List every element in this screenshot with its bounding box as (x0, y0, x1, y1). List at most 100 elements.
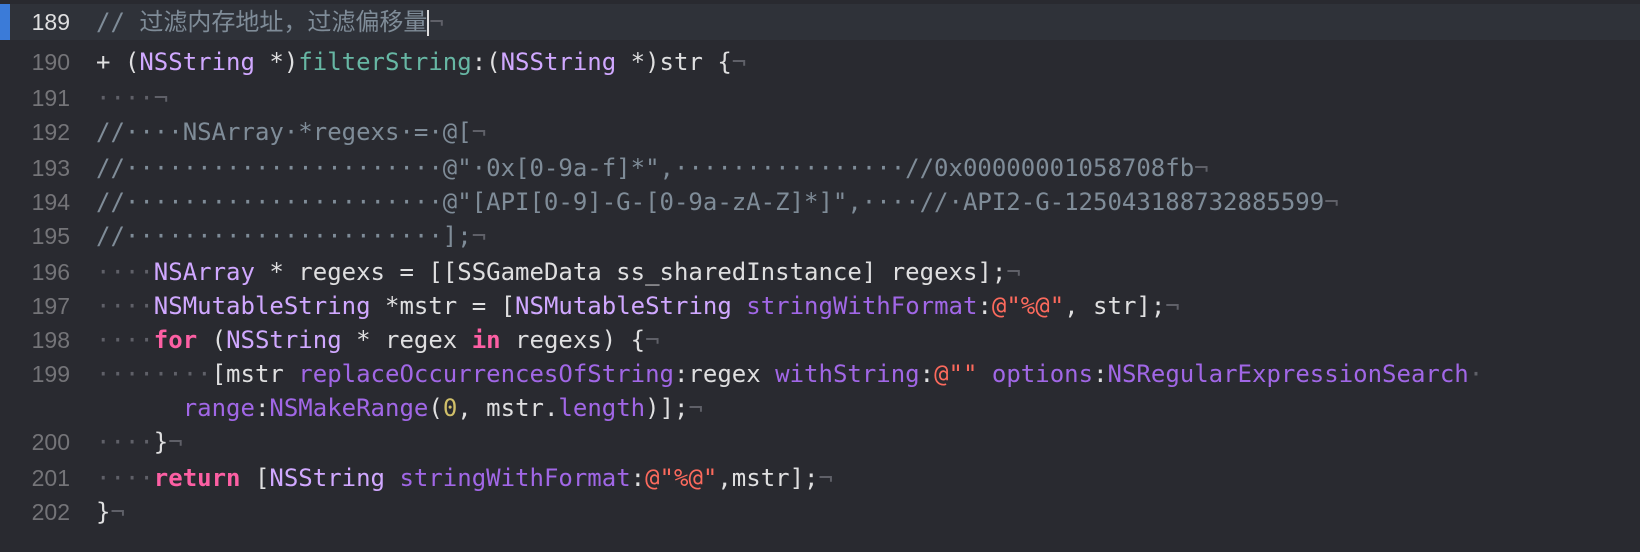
code-token: ¬ (818, 464, 833, 492)
code-text[interactable]: ····NSMutableString *mstr = [NSMutableSt… (96, 288, 1180, 324)
code-token: : (977, 292, 992, 320)
code-token: : (1093, 360, 1108, 388)
code-token: // (96, 8, 140, 36)
code-text[interactable]: //······················];¬ (96, 218, 486, 254)
code-line-continuation[interactable]: range:NSMakeRange(0, mstr.length)];¬ (0, 390, 1640, 426)
code-token: ········ (96, 360, 212, 388)
code-token: NSMutableString (153, 292, 371, 320)
code-token: NSString (226, 326, 342, 354)
code-token: } (153, 428, 169, 456)
code-token: //······················@"·0x[0-9a-f]*",… (96, 154, 1195, 182)
code-token: for (153, 326, 198, 354)
code-token: return (153, 464, 241, 492)
code-line[interactable]: 197 ····NSMutableString *mstr = [NSMutabl… (0, 288, 1640, 324)
code-token: + ( (96, 48, 140, 76)
code-line[interactable]: 201 ····return [NSString stringWithFormat… (0, 460, 1640, 496)
code-text[interactable]: ····for (NSString * regex in regexs) {¬ (96, 322, 660, 358)
code-token: 0 (442, 394, 458, 422)
code-line[interactable]: 192 //····NSArray·*regexs·=·@[¬ (0, 114, 1640, 150)
code-token: @"%@" (991, 292, 1065, 320)
code-text[interactable]: }¬ (96, 494, 125, 530)
code-token: ¬ (645, 326, 660, 354)
code-token: regexs) { (500, 326, 646, 354)
code-text[interactable]: // 过滤内存地址，过滤偏移量¬ (96, 4, 444, 40)
code-token: stringWithFormat (399, 464, 631, 492)
code-token: //······················]; (96, 222, 472, 250)
code-line[interactable]: 190 + (NSString *)filterString:(NSString … (0, 44, 1640, 80)
code-token: [mstr (211, 360, 299, 388)
code-token: ( (428, 394, 443, 422)
code-token: //····NSArray·*regexs·=·@[ (96, 118, 472, 146)
code-token: range (182, 394, 255, 422)
line-number: 200 (31, 429, 70, 455)
code-token: ¬ (168, 428, 183, 456)
code-token: , mstr. (457, 394, 559, 422)
code-line[interactable]: 191 ····¬ (0, 80, 1640, 116)
code-token: NSString (269, 464, 385, 492)
line-number: 198 (31, 327, 70, 353)
code-text[interactable]: ····¬ (96, 80, 168, 116)
code-token: ¬ (1165, 292, 1180, 320)
code-token: )]; (645, 394, 689, 422)
code-text[interactable]: ····return [NSString stringWithFormat:@"… (96, 460, 833, 496)
code-token: ···· (96, 258, 154, 286)
code-line[interactable]: 198 ····for (NSString * regex in regexs) … (0, 322, 1640, 358)
code-line[interactable]: 194 //······················@"[API[0-9]-G… (0, 184, 1640, 220)
code-token: ¬ (471, 222, 487, 250)
code-token: : (919, 360, 935, 388)
code-token: ¬ (429, 8, 444, 36)
code-line[interactable]: 189 // 过滤内存地址，过滤偏移量¬ (0, 4, 1640, 40)
line-number: 192 (31, 119, 70, 145)
code-text[interactable]: ····NSArray * regexs = [[SSGameData ss_s… (96, 254, 1021, 290)
code-token: NSString (500, 48, 617, 76)
code-token: in (471, 326, 501, 354)
code-token: ( (197, 326, 227, 354)
code-token: ···· (96, 464, 154, 492)
code-token: stringWithFormat (746, 292, 978, 320)
line-number: 195 (31, 223, 70, 249)
code-token: [ (240, 464, 270, 492)
code-token: ,mstr]; (717, 464, 819, 492)
line-number: 202 (31, 499, 70, 525)
code-line[interactable]: 200 ····}¬ (0, 424, 1640, 460)
code-line[interactable]: 195 //······················];¬ (0, 218, 1640, 254)
code-token: ¬ (110, 498, 125, 526)
code-token: *) (254, 48, 299, 76)
code-token: ···· (96, 292, 154, 320)
code-token: : (630, 464, 646, 492)
code-line[interactable]: 196 ····NSArray * regexs = [[SSGameData s… (0, 254, 1640, 290)
code-token: @"" (934, 360, 978, 388)
code-token: } (96, 498, 111, 526)
code-token: ¬ (688, 394, 703, 422)
code-line[interactable]: 193 //······················@"·0x[0-9a-f]… (0, 150, 1640, 186)
code-token: ···· (96, 428, 154, 456)
line-number: 193 (31, 155, 70, 181)
code-text[interactable]: //····NSArray·*regexs·=·@[¬ (96, 114, 486, 150)
code-text[interactable]: ····}¬ (96, 424, 183, 460)
code-line[interactable]: 202}¬ (0, 494, 1640, 530)
code-line[interactable]: 199 ········[mstr replaceOccurrencesOfStr… (0, 356, 1640, 392)
code-text[interactable]: //······················@"·0x[0-9a-f]*",… (96, 150, 1209, 186)
code-token: NSMutableString (515, 292, 732, 320)
code-text[interactable]: //······················@"[API[0-9]-G-[0… (96, 184, 1339, 220)
code-token: · (1468, 360, 1484, 388)
code-token: ¬ (1006, 258, 1021, 286)
line-number: 191 (31, 85, 70, 111)
code-token: *mstr = [ (370, 292, 516, 320)
code-text[interactable]: range:NSMakeRange(0, mstr.length)];¬ (96, 390, 703, 426)
code-editor[interactable]: 189// 过滤内存地址，过滤偏移量¬ 190 + (NSString *)filt… (0, 0, 1640, 552)
code-token: ····¬ (96, 84, 169, 112)
code-token: * regex (341, 326, 472, 354)
code-token: *)str { (616, 48, 732, 76)
line-number: 197 (31, 293, 70, 319)
code-text[interactable]: ········[mstr replaceOccurrencesOfString… (96, 356, 1483, 392)
code-token: ¬ (471, 118, 487, 146)
code-token: 过滤内存地址，过滤偏移量 (139, 8, 428, 36)
line-number: 189 (31, 9, 70, 35)
code-text[interactable]: + (NSString *)filterString:(NSString *)s… (96, 44, 746, 80)
code-token: NSRegularExpressionSearch (1107, 360, 1469, 388)
code-token: ¬ (1194, 154, 1209, 182)
